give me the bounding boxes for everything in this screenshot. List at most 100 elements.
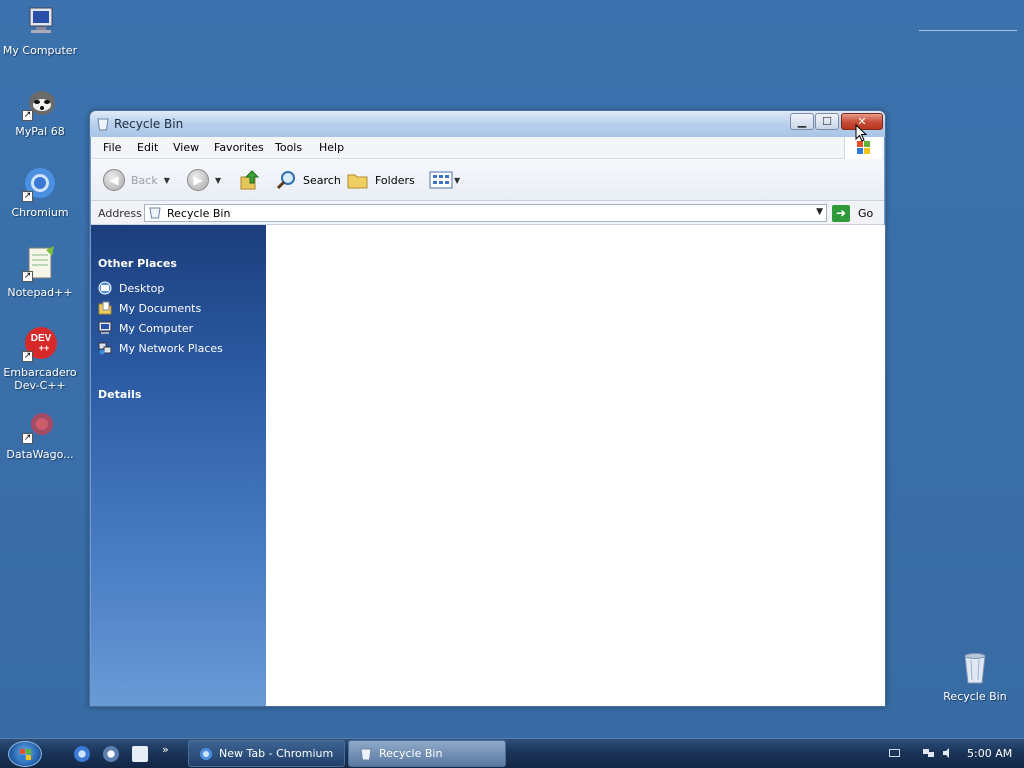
folders-label: Folders — [375, 173, 415, 187]
menu-bar: File Edit View Favorites Tools Help — [91, 137, 884, 159]
place-desktop[interactable]: Desktop — [98, 281, 164, 295]
back-arrow-icon: ◀ — [103, 169, 125, 191]
folders-button[interactable]: Folders — [347, 168, 415, 192]
search-button[interactable]: Search — [275, 168, 341, 192]
shortcut-arrow-icon: ↗ — [22, 191, 33, 202]
windows-logo-icon — [20, 749, 31, 760]
chromium-icon — [199, 747, 213, 761]
task-label: Recycle Bin — [379, 747, 443, 760]
chevron-down-icon: ▼ — [163, 175, 170, 185]
minimize-icon: ▁ — [797, 115, 807, 128]
quicklaunch-chromium-icon[interactable] — [74, 746, 90, 762]
desktop-icon-mypal[interactable]: ↗ MyPal 68 — [0, 85, 80, 138]
desktop-icon-label: Recycle Bin — [943, 690, 1007, 703]
views-icon — [429, 171, 453, 189]
minimize-button[interactable]: ▁ — [790, 113, 814, 130]
back-label: Back — [131, 173, 158, 187]
desktop-icon-datawago[interactable]: ↗ DataWago... — [0, 408, 80, 461]
network-icon — [98, 341, 112, 355]
go-label: Go — [858, 206, 874, 220]
clock[interactable]: 5:00 AM — [967, 747, 1012, 760]
place-my-network-places[interactable]: My Network Places — [98, 341, 223, 355]
recycle-bin-icon — [97, 117, 109, 131]
chevron-down-icon[interactable]: ▼ — [816, 207, 823, 217]
place-label: My Documents — [119, 301, 202, 315]
address-label: Address — [98, 207, 142, 220]
desktop-icon-devcpp[interactable]: DEV ++ ↗ Embarcadero Dev-C++ — [0, 326, 80, 392]
search-label: Search — [303, 173, 341, 187]
menu-edit[interactable]: Edit — [137, 141, 158, 154]
shortcut-arrow-icon: ↗ — [22, 433, 33, 444]
shortcut-arrow-icon: ↗ — [22, 271, 33, 282]
recycle-bin-icon — [359, 747, 373, 761]
desktop-icon-label: MyPal 68 — [15, 125, 65, 138]
keyboard-icon[interactable] — [889, 749, 900, 757]
menu-file[interactable]: File — [103, 141, 121, 154]
chevron-down-icon: ▼ — [454, 175, 461, 185]
back-button[interactable]: ◀ Back ▼ — [103, 168, 170, 192]
menu-view[interactable]: View — [173, 141, 199, 154]
desktop-icon-chromium[interactable]: ↗ Chromium — [0, 166, 80, 219]
desktop-icon-label: Notepad++ — [7, 286, 73, 299]
up-folder-button[interactable] — [239, 168, 261, 192]
desktop-icon — [98, 281, 112, 295]
address-value: Recycle Bin — [167, 207, 231, 220]
desktop-icon-notepadpp[interactable]: ↗ Notepad++ — [0, 246, 80, 299]
desktop-icon-label: My Computer — [2, 44, 78, 57]
place-my-computer[interactable]: My Computer — [98, 321, 193, 335]
recycle-bin-icon — [957, 650, 993, 686]
volume-icon[interactable] — [942, 747, 954, 759]
quicklaunch-desktop-icon[interactable] — [132, 746, 148, 762]
computer-icon — [98, 321, 112, 335]
network-tray-icon[interactable] — [922, 747, 936, 759]
desktop-icon-recycle-bin[interactable]: Recycle Bin — [935, 650, 1015, 703]
task-label: New Tab - Chromium — [219, 747, 334, 760]
address-field[interactable]: Recycle Bin ▼ — [144, 204, 827, 222]
file-list-area[interactable] — [266, 225, 885, 706]
details-header[interactable]: Details — [98, 388, 141, 401]
notepadpp-icon: ↗ — [22, 246, 58, 282]
place-label: My Computer — [119, 321, 194, 335]
folder-icon — [347, 174, 368, 189]
explorer-window: Recycle Bin ▁ ☐ ✕ File Edit View Favorit… — [89, 110, 886, 707]
desktop-icon-label: DataWago... — [6, 448, 74, 461]
menu-help[interactable]: Help — [319, 141, 344, 154]
recycle-bin-icon — [149, 207, 161, 219]
quicklaunch-media-icon[interactable] — [103, 746, 119, 762]
shortcut-arrow-icon: ↗ — [22, 351, 33, 362]
desktop-icon-label: Chromium — [11, 206, 69, 219]
taskbar-button-recycle-bin[interactable]: Recycle Bin — [348, 740, 506, 767]
menu-tools[interactable]: Tools — [275, 141, 302, 154]
task-pane: Other Places Desktop My Documents My Com… — [91, 225, 266, 706]
place-my-documents[interactable]: My Documents — [98, 301, 201, 315]
maximize-button[interactable]: ☐ — [815, 113, 839, 130]
place-label: My Network Places — [119, 341, 223, 355]
desktop-divider — [919, 30, 1017, 31]
quicklaunch-more-icon[interactable]: » — [162, 743, 169, 756]
other-places-header[interactable]: Other Places — [98, 257, 177, 270]
chromium-icon: ↗ — [22, 166, 58, 202]
maximize-icon: ☐ — [822, 115, 832, 128]
mouse-cursor-icon — [855, 123, 868, 145]
taskbar-button-chromium[interactable]: New Tab - Chromium — [188, 740, 345, 767]
address-bar: Address Recycle Bin ▼ ➜ Go — [91, 201, 884, 225]
forward-button[interactable]: ▶ ▼ — [187, 168, 221, 192]
desktop-icon-label: Embarcadero Dev-C++ — [3, 366, 77, 392]
toolbar: ◀ Back ▼ ▶ ▼ Search Folders ▼ — [91, 159, 884, 201]
shortcut-arrow-icon: ↗ — [22, 110, 33, 121]
svg-text:++: ++ — [39, 343, 50, 353]
chevron-down-icon: ▼ — [215, 175, 222, 185]
documents-folder-icon — [98, 301, 112, 315]
go-button[interactable]: ➜ Go — [832, 204, 873, 222]
views-button[interactable]: ▼ — [429, 168, 460, 192]
menu-favorites[interactable]: Favorites — [214, 141, 264, 154]
computer-icon — [22, 4, 58, 40]
search-icon — [276, 171, 295, 190]
title-bar[interactable]: Recycle Bin ▁ ☐ ✕ — [90, 111, 885, 137]
datawago-icon: ↗ — [22, 408, 58, 444]
desktop-icon-my-computer[interactable]: My Computer — [0, 4, 80, 57]
mypal-raccoon-icon: ↗ — [22, 85, 58, 121]
forward-arrow-icon: ▶ — [187, 169, 209, 191]
start-button[interactable] — [8, 741, 42, 767]
place-label: Desktop — [119, 281, 165, 295]
